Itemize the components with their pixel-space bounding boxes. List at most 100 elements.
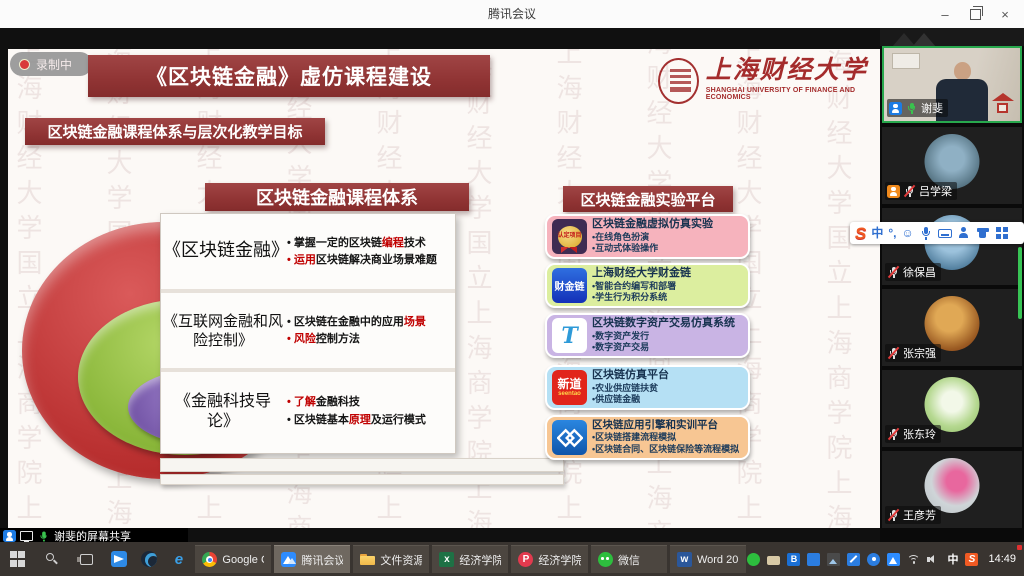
skin-icon[interactable]: [976, 226, 990, 240]
certified-project-medal-icon: 认定项目: [552, 219, 587, 254]
toolbox-icon[interactable]: [995, 226, 1009, 240]
taskbar-clock[interactable]: 14:49: [988, 553, 1016, 565]
platform-title: 上海财经大学财金链: [592, 267, 691, 281]
task-view-button[interactable]: [69, 542, 104, 576]
mic-muted-icon: [887, 347, 900, 360]
platform-bullet: •在线角色扮演: [592, 232, 713, 244]
taskbar-button-label: Google C...: [222, 554, 264, 566]
wall-frame: [892, 53, 920, 69]
taskbar-button-label: 微信: [618, 552, 640, 568]
windows-logo-icon: [10, 551, 26, 567]
platform-bullet: •农业供应链扶贫: [592, 383, 669, 395]
ime-toolbar[interactable]: S 中 °, ☺: [850, 222, 1024, 244]
tray-device-icon[interactable]: [767, 556, 780, 565]
platform-bullet: •供应链金融: [592, 394, 669, 406]
participant-name-chip: 王彦芳: [885, 506, 941, 524]
chain-engine-logo-icon: [552, 420, 587, 455]
sidebar-scrollbar[interactable]: [1018, 247, 1022, 319]
recording-badge: 录制中: [10, 52, 92, 76]
university-seal-icon: [658, 58, 699, 104]
participant-tile-zhangdongling[interactable]: 张东玲: [882, 370, 1022, 447]
recording-label: 录制中: [36, 56, 72, 73]
ime-punctuation[interactable]: °,: [888, 227, 896, 239]
participant-name: 谢斐: [921, 100, 943, 116]
platform-title: 区块链金融虚拟仿真实验: [592, 218, 713, 232]
recording-dot-icon: [19, 59, 30, 70]
taskbar-button-excel[interactable]: x 经济学院...: [432, 545, 508, 573]
word-icon: w: [677, 552, 692, 567]
participant-tile-lvxueliang[interactable]: 吕学梁: [882, 127, 1022, 204]
participant-tile-wangyanfang[interactable]: 王彦芳: [882, 451, 1022, 528]
wifi-icon[interactable]: [907, 554, 920, 565]
slide-title: 《区块链金融》虚仿课程建设: [88, 55, 490, 97]
platform-bullet: •区块链搭建流程模拟: [592, 432, 739, 444]
participant-name: 吕学梁: [919, 183, 952, 199]
course-system-header: 区块链金融课程体系: [205, 183, 469, 211]
watermark-text: 上海财经大学国立上海商学院上海商科大学高等师范学校财政经济: [464, 49, 490, 528]
tray-wechat-icon[interactable]: [747, 553, 760, 566]
course-bullet: • 区块链在金融中的应用场景: [287, 315, 451, 329]
emoji-icon[interactable]: ☺: [902, 227, 914, 239]
tray-app-icon[interactable]: [807, 553, 820, 566]
search-icon: [45, 552, 60, 567]
course-bullet: • 掌握一定的区块链编程技术: [287, 236, 451, 250]
participant-name: 张宗强: [903, 345, 936, 361]
taskbar-button-tencent-meeting[interactable]: 腾讯会议: [274, 545, 350, 573]
restore-button[interactable]: [960, 0, 990, 28]
participant-tile-xubaochang[interactable]: 徐保昌: [882, 208, 1022, 285]
platform-bullet: •数字资产发行: [592, 331, 735, 343]
taskbar-button-label: 经济学院_...: [538, 552, 581, 568]
voice-input-icon[interactable]: [919, 226, 933, 240]
member-role-icon: [3, 530, 16, 542]
platform-title: 区块链数字资产交易仿真系统: [592, 317, 735, 331]
taskbar-button-file-explorer[interactable]: 文件资源...: [353, 545, 429, 573]
taskbar-button-wechat[interactable]: 微信: [591, 545, 667, 573]
avatar: [925, 377, 980, 432]
sogou-tray-icon[interactable]: S: [965, 553, 978, 566]
sogou-logo-icon[interactable]: S: [855, 225, 866, 242]
quicklaunch-ie[interactable]: e: [164, 542, 194, 576]
taskbar-button-word[interactable]: w Word 20...: [670, 545, 746, 573]
course-row: 《互联网金融和风险控制》 • 区块链在金融中的应用场景 • 风险控制方法: [161, 293, 455, 372]
platform-card: T 区块链数字资产交易仿真系统 •数字资产发行 •数字资产交易: [545, 313, 750, 358]
tray-meeting-icon[interactable]: [887, 553, 900, 566]
participant-tile-xiefei[interactable]: 谢斐: [882, 46, 1022, 123]
input-language-indicator[interactable]: 中: [947, 551, 958, 567]
wechat-icon: [598, 552, 613, 567]
taskbar-button-pdf[interactable]: P 经济学院_...: [511, 545, 588, 573]
soft-keyboard-icon[interactable]: [938, 226, 952, 240]
platform-bullet: •智能合约编写和部署: [592, 281, 691, 293]
start-button[interactable]: [0, 542, 35, 576]
tray-pen-icon[interactable]: [847, 553, 860, 566]
tray-photo-icon[interactable]: [827, 553, 840, 566]
close-button[interactable]: ×: [990, 0, 1020, 28]
quicklaunch-browser[interactable]: [134, 542, 164, 576]
chrome-icon: [202, 552, 217, 567]
smartart-shelf: [160, 458, 564, 472]
ime-assistant-icon[interactable]: [957, 226, 971, 240]
participant-name: 王彦芳: [903, 507, 936, 523]
ime-mode-chinese[interactable]: 中: [871, 227, 883, 239]
system-tray: B 中 S 14:49: [747, 542, 1024, 576]
tray-bluetooth-icon[interactable]: B: [787, 553, 800, 566]
mic-muted-icon: [887, 428, 900, 441]
taskbar-button-label: 经济学院...: [459, 552, 501, 568]
search-button[interactable]: [35, 542, 70, 576]
volume-icon[interactable]: [927, 553, 940, 566]
platform-card: 认定项目 区块链金融虚拟仿真实验 •在线角色扮演 •互动式体验操作: [545, 214, 750, 259]
platform-title: 区块链应用引擎和实训平台: [592, 419, 739, 432]
taskbar-button-chrome[interactable]: Google C...: [195, 545, 271, 573]
mic-on-icon: [38, 530, 50, 542]
participant-sidebar: 谢斐 吕学梁 徐保昌 张宗强 张东玲: [880, 46, 1024, 542]
mic-muted-icon: [887, 509, 900, 522]
participant-tile-zhangzongqiang[interactable]: 张宗强: [882, 289, 1022, 366]
participant-name: 张东玲: [903, 426, 936, 442]
taskbar-button-label: 文件资源...: [380, 552, 422, 568]
participant-name-chip: 吕学梁: [885, 182, 957, 200]
avatar: [925, 296, 980, 351]
folder-icon: [360, 552, 375, 567]
quicklaunch-messenger[interactable]: [104, 542, 134, 576]
participant-name-chip: 谢斐: [887, 99, 948, 117]
tray-security-icon[interactable]: [867, 553, 880, 566]
minimize-button[interactable]: –: [930, 0, 960, 28]
